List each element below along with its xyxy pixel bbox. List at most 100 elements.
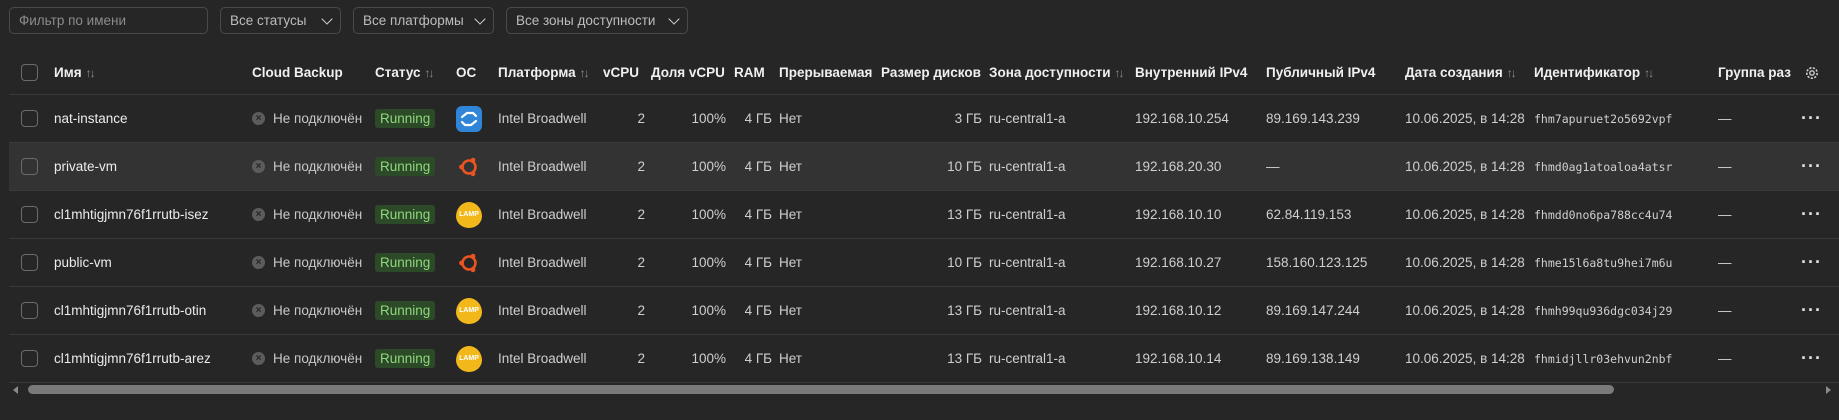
scrollbar-thumb[interactable] [28, 385, 1614, 394]
lamp-icon: LAMP [456, 287, 482, 334]
preemptible-value-text: Нет [779, 255, 802, 270]
name-filter-input[interactable] [9, 7, 208, 34]
lamp-label: LAMP [459, 307, 479, 314]
row-actions-cell: ··· [1801, 287, 1822, 334]
public-ip-value: 89.169.147.244 [1266, 287, 1360, 334]
lamp-icon: LAMP [456, 191, 482, 238]
row-checkbox[interactable] [21, 302, 38, 319]
more-actions-icon[interactable]: ··· [1801, 300, 1822, 321]
vm-id-value: fhmh99qu936dgc034j29 [1534, 287, 1672, 334]
backup-cell: × Не подключён [252, 143, 362, 190]
more-actions-icon[interactable]: ··· [1801, 156, 1822, 177]
public-ip-value: 89.169.138.149 [1266, 335, 1360, 382]
placement-group-value: — [1718, 239, 1732, 286]
disk-size-value-text: 3 ГБ [954, 111, 982, 126]
column-header-backup: Cloud Backup [252, 51, 343, 94]
table-row[interactable]: public-vm × Не подключён Running Intel Broad… [9, 239, 1839, 287]
sort-icon[interactable]: ↑↓ [425, 66, 435, 80]
sort-icon[interactable]: ↑↓ [86, 66, 96, 80]
zone-filter-select[interactable]: Все зоны доступности [506, 7, 688, 34]
vm-name: public-vm [54, 239, 112, 286]
vcpu-value: 2 [603, 287, 645, 334]
platform-value-text: Intel Broadwell [498, 303, 587, 318]
row-actions-cell: ··· [1801, 335, 1822, 382]
preemptible-value: Нет [779, 335, 802, 382]
platform-value: Intel Broadwell [498, 95, 587, 142]
vcpu-value: 2 [603, 95, 645, 142]
table-row[interactable]: cl1mhtigjmn76f1rrutb-otin × Не подключён Ru… [9, 287, 1839, 335]
more-actions-icon[interactable]: ··· [1801, 204, 1822, 225]
ram-value-text: 4 ГБ [744, 255, 772, 270]
table-row[interactable]: cl1mhtigjmn76f1rrutb-arez × Не подключён Ru… [9, 335, 1839, 383]
internal-ip-value: 192.168.10.12 [1135, 287, 1221, 334]
public-ip-value-text: 158.160.123.125 [1266, 255, 1368, 270]
column-header-status[interactable]: Статус ↑↓ [375, 51, 435, 94]
row-checkbox[interactable] [21, 110, 38, 127]
table-row[interactable]: cl1mhtigjmn76f1rrutb-isez × Не подключён Ru… [9, 191, 1839, 239]
vm-name-text[interactable]: cl1mhtigjmn76f1rrutb-otin [54, 303, 206, 318]
ram-value: 4 ГБ [734, 191, 772, 238]
column-header-id[interactable]: Идентификатор ↑↓ [1534, 51, 1654, 94]
vm-name-text[interactable]: nat-instance [54, 111, 128, 126]
sort-icon[interactable]: ↑↓ [1115, 66, 1125, 80]
created-date-value: 10.06.2025, в 14:28 [1405, 335, 1525, 382]
created-date-value: 10.06.2025, в 14:28 [1405, 95, 1525, 142]
vm-name-text[interactable]: cl1mhtigjmn76f1rrutb-isez [54, 207, 209, 222]
public-ip-value: 89.169.143.239 [1266, 95, 1360, 142]
column-header-zone[interactable]: Зона доступности ↑↓ [989, 51, 1125, 94]
public-ip-value: 158.160.123.125 [1266, 239, 1367, 286]
sort-icon[interactable]: ↑↓ [580, 66, 590, 80]
row-checkbox[interactable] [21, 158, 38, 175]
platform-filter-select[interactable]: Все платформы [353, 7, 494, 34]
lamp-icon: LAMP [456, 335, 482, 382]
row-actions-cell: ··· [1801, 239, 1822, 286]
zone-value: ru-central1-a [989, 287, 1066, 334]
more-actions-icon[interactable]: ··· [1801, 348, 1822, 369]
zone-value-text: ru-central1-a [989, 303, 1066, 318]
row-checkbox[interactable] [21, 254, 38, 271]
vcpu-value-text: 2 [637, 159, 645, 174]
column-header-created[interactable]: Дата создания ↑↓ [1405, 51, 1517, 94]
vm-name-text[interactable]: cl1mhtigjmn76f1rrutb-arez [54, 351, 211, 366]
preemptible-value: Нет [779, 287, 802, 334]
status-filter-select[interactable]: Все статусы [220, 7, 341, 34]
created-date-value: 10.06.2025, в 14:28 [1405, 143, 1525, 190]
vm-name-text[interactable]: private-vm [54, 159, 117, 174]
table-row[interactable]: private-vm × Не подключён Running Intel Broa… [9, 143, 1839, 191]
vcpu-value-text: 2 [637, 207, 645, 222]
vm-name-text[interactable]: public-vm [54, 255, 112, 270]
row-checkbox[interactable] [21, 350, 38, 367]
vm-id-value: fhmdd0no6pa788cc4u74 [1534, 191, 1672, 238]
gear-icon[interactable] [1804, 65, 1820, 81]
horizontal-scrollbar[interactable] [9, 385, 1831, 395]
status-badge: Running [375, 349, 436, 368]
scroll-left-arrow-icon[interactable] [13, 386, 18, 394]
more-actions-icon[interactable]: ··· [1801, 108, 1822, 129]
select-all-cell [21, 51, 38, 94]
sort-icon[interactable]: ↑↓ [1507, 66, 1517, 80]
scroll-right-arrow-icon[interactable] [1826, 386, 1831, 394]
select-all-checkbox[interactable] [21, 64, 38, 81]
sort-icon[interactable]: ↑↓ [1644, 66, 1654, 80]
backup-cell: × Не подключён [252, 191, 362, 238]
ram-value: 4 ГБ [734, 143, 772, 190]
vcpu-value: 2 [603, 239, 645, 286]
table-row[interactable]: nat-instance × Не подключён Running Intel Br… [9, 95, 1839, 143]
internal-ip-value: 192.168.10.27 [1135, 239, 1221, 286]
ubuntu-icon [456, 239, 482, 286]
status-badge: Running [375, 109, 436, 128]
disk-size-value: 3 ГБ [881, 95, 982, 142]
more-actions-icon[interactable]: ··· [1801, 252, 1822, 273]
column-header-platform[interactable]: Платформа ↑↓ [498, 51, 590, 94]
zone-value: ru-central1-a [989, 143, 1066, 190]
ram-value-text: 4 ГБ [744, 303, 772, 318]
zone-value: ru-central1-a [989, 239, 1066, 286]
column-label: Размер дисков [881, 65, 981, 80]
zone-value-text: ru-central1-a [989, 351, 1066, 366]
vcpu-share-value-text: 100% [691, 303, 726, 318]
vm-name: cl1mhtigjmn76f1rrutb-otin [54, 287, 206, 334]
row-checkbox[interactable] [21, 206, 38, 223]
column-label: ОС [456, 65, 477, 80]
column-header-name[interactable]: Имя ↑↓ [54, 51, 96, 94]
zone-value-text: ru-central1-a [989, 159, 1066, 174]
